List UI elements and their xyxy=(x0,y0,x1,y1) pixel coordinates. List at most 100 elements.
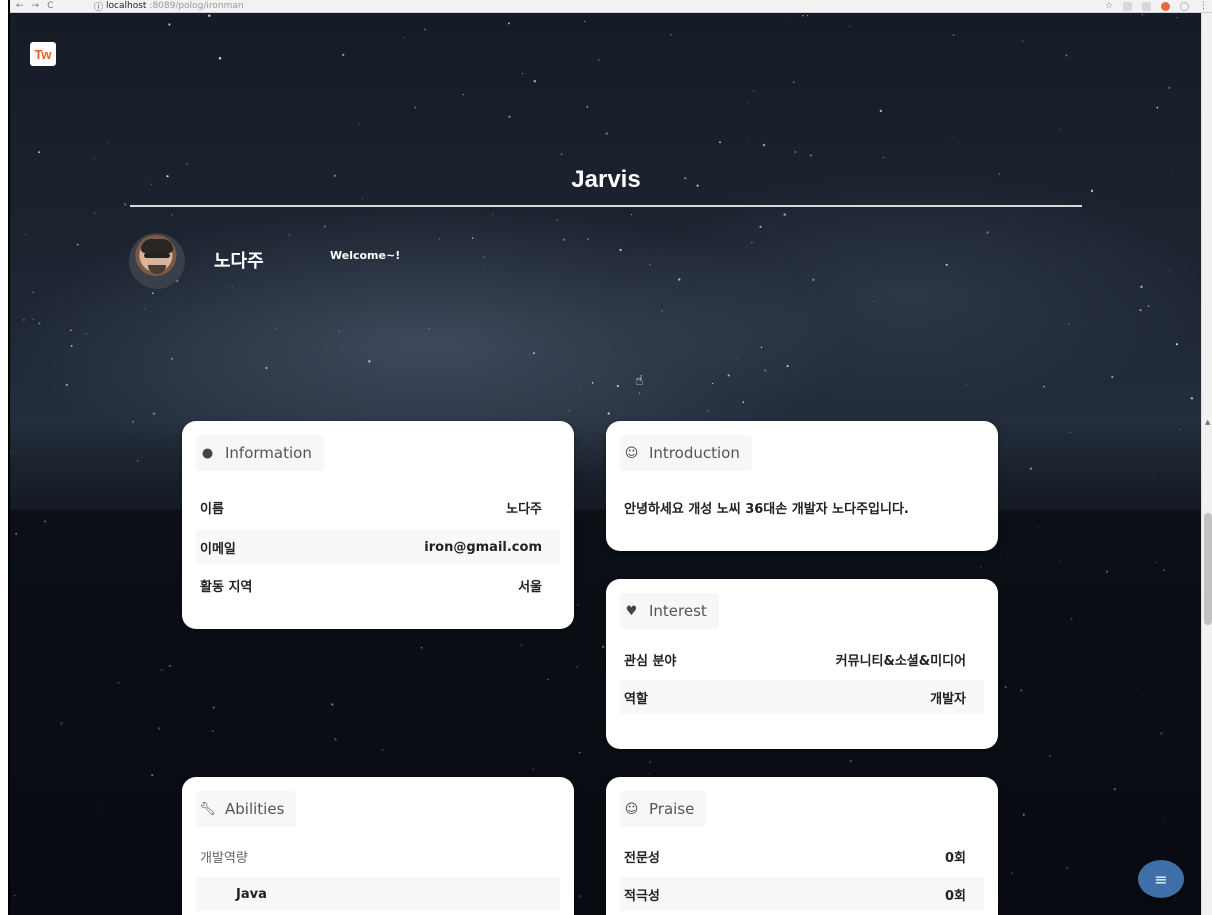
star xyxy=(986,231,989,234)
star xyxy=(1141,14,1144,16)
star xyxy=(152,412,156,415)
star xyxy=(136,460,139,462)
star xyxy=(792,81,795,83)
row-label: 관심 분야 xyxy=(624,653,677,669)
star xyxy=(1175,343,1178,346)
info-row-name: 이름 노다주 xyxy=(196,490,560,524)
star xyxy=(414,106,417,109)
star xyxy=(598,59,600,61)
star xyxy=(1029,467,1033,470)
star xyxy=(208,14,211,17)
ability-item: Java xyxy=(196,877,560,911)
star xyxy=(945,263,948,266)
star xyxy=(1111,375,1114,379)
star xyxy=(210,46,212,48)
bookmark-star-icon[interactable]: ☆ xyxy=(1105,1,1113,11)
row-label: 적극성 xyxy=(624,888,660,904)
url-host: localhost xyxy=(106,1,147,11)
browser-menu-icon[interactable]: ⋮ xyxy=(1199,1,1208,11)
scrollbar-thumb[interactable] xyxy=(1204,513,1212,625)
praise-card: ☺ Praise 전문성 0회 적극성 0회 xyxy=(606,777,998,915)
star xyxy=(38,322,41,325)
row-label: 전문성 xyxy=(624,850,660,866)
url-path: :8089/polog/ironman xyxy=(149,1,244,11)
star xyxy=(70,345,73,347)
star xyxy=(472,237,474,239)
star xyxy=(152,292,154,294)
star xyxy=(560,153,563,156)
reload-icon[interactable]: C xyxy=(47,1,53,11)
logo-text: Tw xyxy=(34,46,52,62)
introduction-text: 안녕하세요 개성 노씨 36대손 개발자 노다주입니다. xyxy=(620,490,984,524)
star xyxy=(951,135,953,137)
star xyxy=(1176,17,1178,19)
row-value: iron@gmail.com xyxy=(424,539,542,555)
star xyxy=(753,90,755,92)
welcome-text: Welcome~! xyxy=(330,249,401,262)
star xyxy=(1190,397,1194,400)
star xyxy=(1043,385,1045,388)
star xyxy=(789,19,791,21)
star xyxy=(718,141,722,144)
star xyxy=(879,109,882,112)
interest-row-role: 역할 개발자 xyxy=(620,680,984,714)
star xyxy=(424,28,426,31)
extension-icon[interactable] xyxy=(1123,1,1132,11)
star xyxy=(100,111,102,113)
avatar[interactable] xyxy=(129,233,185,289)
star xyxy=(1147,305,1150,307)
star xyxy=(124,203,127,206)
star xyxy=(76,243,79,246)
site-logo[interactable]: Tw xyxy=(30,42,56,66)
praise-row-activeness: 적극성 0회 xyxy=(620,877,984,911)
page-title: Jarvis xyxy=(571,166,641,193)
star xyxy=(605,132,608,135)
star xyxy=(764,369,767,372)
info-circle-icon: ⓘ xyxy=(94,2,104,13)
scroll-up-icon[interactable]: ▲ xyxy=(1205,418,1210,426)
star xyxy=(25,233,27,235)
star xyxy=(707,410,709,412)
user-name: 노다주 xyxy=(214,251,264,272)
star xyxy=(1168,270,1170,272)
card-title: Introduction xyxy=(649,444,740,462)
praise-row-expertise: 전문성 0회 xyxy=(620,839,984,873)
star xyxy=(171,214,173,216)
abilities-card: 🔧︎ Abilities 개발역량 Java xyxy=(182,777,574,915)
interest-row-field: 관심 분야 커뮤니티&소셜&미디어 xyxy=(620,642,984,676)
star xyxy=(483,268,485,270)
star xyxy=(522,73,523,75)
extension-icon[interactable] xyxy=(1161,1,1170,11)
star xyxy=(143,308,145,310)
star xyxy=(38,151,41,154)
address-bar[interactable]: ⓘ localhost:8089/polog/ironman xyxy=(94,0,244,13)
row-label: 이름 xyxy=(200,501,224,517)
star xyxy=(1179,429,1180,431)
floating-menu-button[interactable]: ≡ xyxy=(1138,860,1184,898)
star xyxy=(342,53,345,56)
star xyxy=(849,25,851,27)
star xyxy=(794,150,797,154)
page-scrollbar[interactable]: ▲ xyxy=(1201,13,1212,915)
extension-icon[interactable] xyxy=(1180,1,1189,11)
back-icon[interactable]: ← xyxy=(16,1,24,11)
star xyxy=(759,225,762,228)
interest-card: ♥ Interest 관심 분야 커뮤니티&소셜&미디어 역할 개발자 xyxy=(606,579,998,749)
star xyxy=(70,329,72,332)
star xyxy=(579,386,581,388)
star xyxy=(231,286,233,288)
star xyxy=(727,374,730,377)
card-header: ● Information xyxy=(196,435,324,471)
browser-window: ← → C ⓘ localhost:8089/polog/ironman ☆ ⋮… xyxy=(8,0,1212,915)
profile-page: Tw Jarvis 노다주 Welcome~! ☝ ● Information … xyxy=(10,13,1202,915)
star xyxy=(132,420,135,424)
abilities-category: 개발역량 xyxy=(196,839,560,873)
card-header: ☺ Introduction xyxy=(620,435,752,471)
extension-icon[interactable] xyxy=(1142,1,1151,11)
forward-icon[interactable]: → xyxy=(32,1,40,11)
row-value: 서울 xyxy=(518,579,542,595)
smiley-icon: ☺ xyxy=(624,801,639,817)
star xyxy=(533,352,535,355)
star xyxy=(670,34,672,36)
card-title: Interest xyxy=(649,602,707,620)
